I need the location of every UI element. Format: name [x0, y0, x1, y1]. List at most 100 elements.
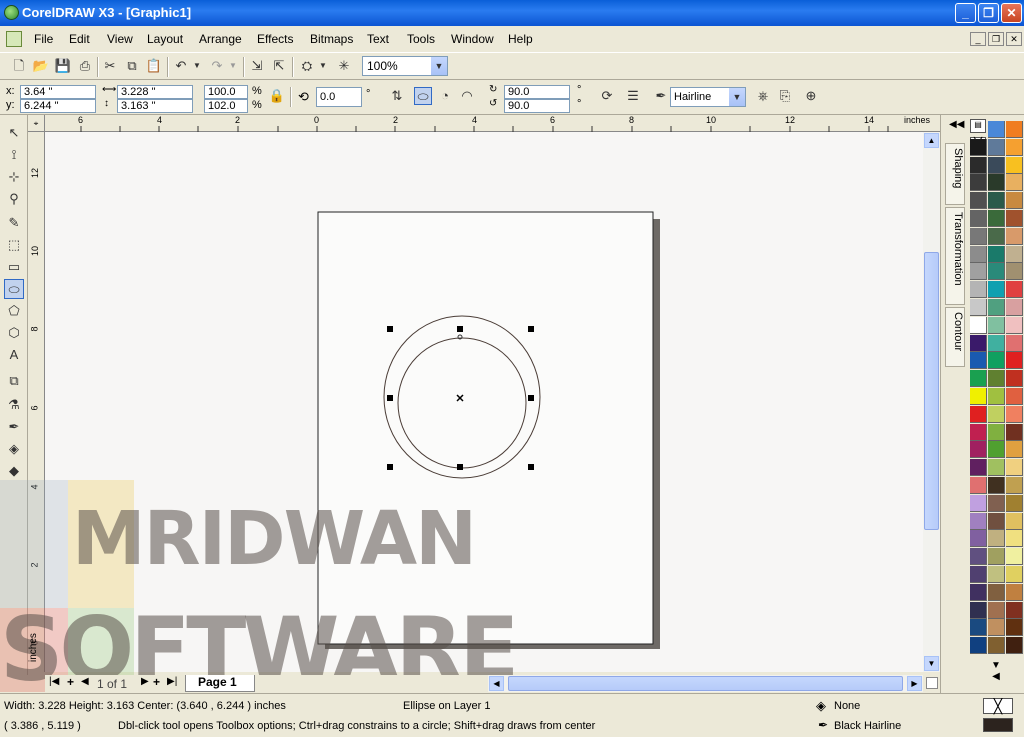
redo-dropdown-icon[interactable]: ▼: [228, 57, 238, 75]
outline-tool-icon[interactable]: ✒: [4, 417, 24, 437]
ellipse-mode-icon[interactable]: ⬭: [414, 87, 432, 105]
color-swatch[interactable]: [970, 601, 987, 619]
pick-tool-icon[interactable]: ↖: [4, 123, 24, 143]
print-icon[interactable]: ⎙: [76, 57, 94, 75]
end-angle-field[interactable]: 90.0: [504, 99, 570, 113]
color-swatch[interactable]: [1006, 370, 1023, 388]
pie-mode-icon[interactable]: ◔: [436, 87, 454, 105]
color-swatch[interactable]: [970, 299, 987, 316]
text-tool-icon[interactable]: A: [4, 345, 24, 365]
color-swatch[interactable]: [1006, 227, 1023, 245]
cut-icon[interactable]: ✂: [101, 57, 119, 75]
palette-expand-icon[interactable]: ◀: [968, 671, 1024, 683]
minimize-button[interactable]: _: [955, 3, 976, 23]
corner-toggle[interactable]: [926, 677, 938, 689]
start-angle-field[interactable]: 90.0: [504, 85, 570, 99]
color-swatch[interactable]: [988, 512, 1005, 530]
menu-file[interactable]: File: [34, 32, 53, 46]
document-icon[interactable]: [6, 31, 22, 47]
fill-color-swatch[interactable]: ╳: [983, 698, 1013, 714]
color-swatch[interactable]: [970, 423, 987, 441]
color-swatch[interactable]: [1006, 512, 1023, 530]
chevron-down-icon[interactable]: ▼: [431, 57, 447, 75]
mirror-icon[interactable]: ⇅: [388, 87, 406, 105]
color-swatch[interactable]: [988, 227, 1005, 245]
undo-dropdown-icon[interactable]: ▼: [192, 57, 202, 75]
previous-page-icon[interactable]: ◀: [81, 676, 89, 687]
scale-y-field[interactable]: 102.0: [204, 99, 248, 113]
vertical-ruler[interactable]: 12 10 8 6 4 2 0: [28, 132, 45, 672]
color-swatch[interactable]: [988, 494, 1005, 512]
color-swatch[interactable]: [970, 281, 987, 299]
interactive-fill-tool-icon[interactable]: ◆: [4, 461, 24, 481]
docker-collapse-icon[interactable]: ◀◀: [949, 119, 964, 130]
wrap-text-icon[interactable]: ☰: [624, 87, 642, 105]
undo-icon[interactable]: ↶: [172, 57, 190, 75]
color-swatch[interactable]: [1006, 583, 1023, 601]
color-swatch[interactable]: [988, 423, 1005, 441]
eyedropper-tool-icon[interactable]: ⚗: [4, 395, 24, 415]
doc-minimize-button[interactable]: _: [970, 32, 986, 46]
crop-tool-icon[interactable]: ⊹: [4, 167, 24, 187]
corel-online-icon[interactable]: ✳: [335, 57, 353, 75]
open-icon[interactable]: 📂: [32, 57, 50, 75]
zoom-levels-select[interactable]: 100% ▼: [362, 56, 448, 76]
color-swatch[interactable]: [970, 352, 987, 370]
paste-icon[interactable]: 📋: [145, 57, 163, 75]
color-swatch[interactable]: [988, 210, 1005, 227]
menu-effects[interactable]: Effects: [257, 32, 293, 46]
color-swatch[interactable]: [988, 619, 1005, 637]
palette-menu-icon[interactable]: ▤: [970, 119, 986, 133]
arc-mode-icon[interactable]: ◠: [458, 87, 476, 105]
outline-color-swatch[interactable]: [983, 718, 1013, 732]
color-swatch[interactable]: [970, 637, 987, 655]
height-field[interactable]: 3.163 ": [117, 99, 193, 113]
vertical-scroll-thumb[interactable]: [924, 252, 939, 530]
color-swatch[interactable]: [970, 316, 987, 334]
import-icon[interactable]: ⇲: [248, 57, 266, 75]
color-swatch[interactable]: [1006, 548, 1023, 566]
zoom-tool-icon[interactable]: ⚲: [4, 189, 24, 209]
menu-tools[interactable]: Tools: [407, 32, 435, 46]
tab-transformation[interactable]: Transformation: [945, 207, 965, 305]
rectangle-tool-icon[interactable]: ▭: [4, 257, 24, 277]
menu-layout[interactable]: Layout: [147, 32, 183, 46]
color-swatch[interactable]: [1006, 210, 1023, 227]
color-swatch[interactable]: [1006, 281, 1023, 299]
outline-width-select[interactable]: Hairline ▼: [670, 87, 746, 107]
application-launcher-icon[interactable]: ⛭: [298, 57, 316, 75]
lock-ratio-icon[interactable]: 🔒: [268, 87, 286, 105]
horizontal-scroll-thumb[interactable]: [508, 676, 903, 691]
color-swatch[interactable]: [970, 459, 987, 477]
color-swatch[interactable]: [988, 174, 1005, 192]
color-swatch[interactable]: [1006, 156, 1023, 174]
y-position-field[interactable]: 6.244 ": [20, 99, 96, 113]
color-swatch[interactable]: [1006, 423, 1023, 441]
app-icon[interactable]: [4, 5, 19, 20]
doc-close-button[interactable]: ✕: [1006, 32, 1022, 46]
color-swatch[interactable]: [1006, 637, 1023, 655]
color-swatch[interactable]: [988, 459, 1005, 477]
copy-icon[interactable]: ⧉: [123, 57, 141, 75]
color-swatch[interactable]: [970, 494, 987, 512]
scroll-down-icon[interactable]: ▼: [924, 656, 939, 671]
color-swatch[interactable]: [988, 121, 1005, 138]
color-swatch[interactable]: [988, 281, 1005, 299]
color-swatch[interactable]: [1006, 334, 1023, 352]
menu-edit[interactable]: Edit: [69, 32, 90, 46]
ruler-origin-icon[interactable]: ⌖: [28, 115, 45, 132]
color-swatch[interactable]: [1006, 263, 1023, 281]
color-swatch[interactable]: [1006, 192, 1023, 210]
color-swatch[interactable]: [1006, 316, 1023, 334]
color-swatch[interactable]: [988, 352, 1005, 370]
chevron-down-icon[interactable]: ▼: [729, 88, 745, 106]
color-swatch[interactable]: [970, 441, 987, 459]
shape-tool-icon[interactable]: ⟟: [4, 145, 24, 165]
redo-icon[interactable]: ↷: [208, 57, 226, 75]
horizontal-scrollbar[interactable]: ◀ ▶: [488, 675, 923, 692]
color-swatch[interactable]: [988, 566, 1005, 583]
freehand-tool-icon[interactable]: ✎: [4, 213, 24, 233]
color-swatch[interactable]: [988, 263, 1005, 281]
next-page-icon[interactable]: ▶: [141, 676, 149, 687]
color-swatch[interactable]: [970, 388, 987, 405]
